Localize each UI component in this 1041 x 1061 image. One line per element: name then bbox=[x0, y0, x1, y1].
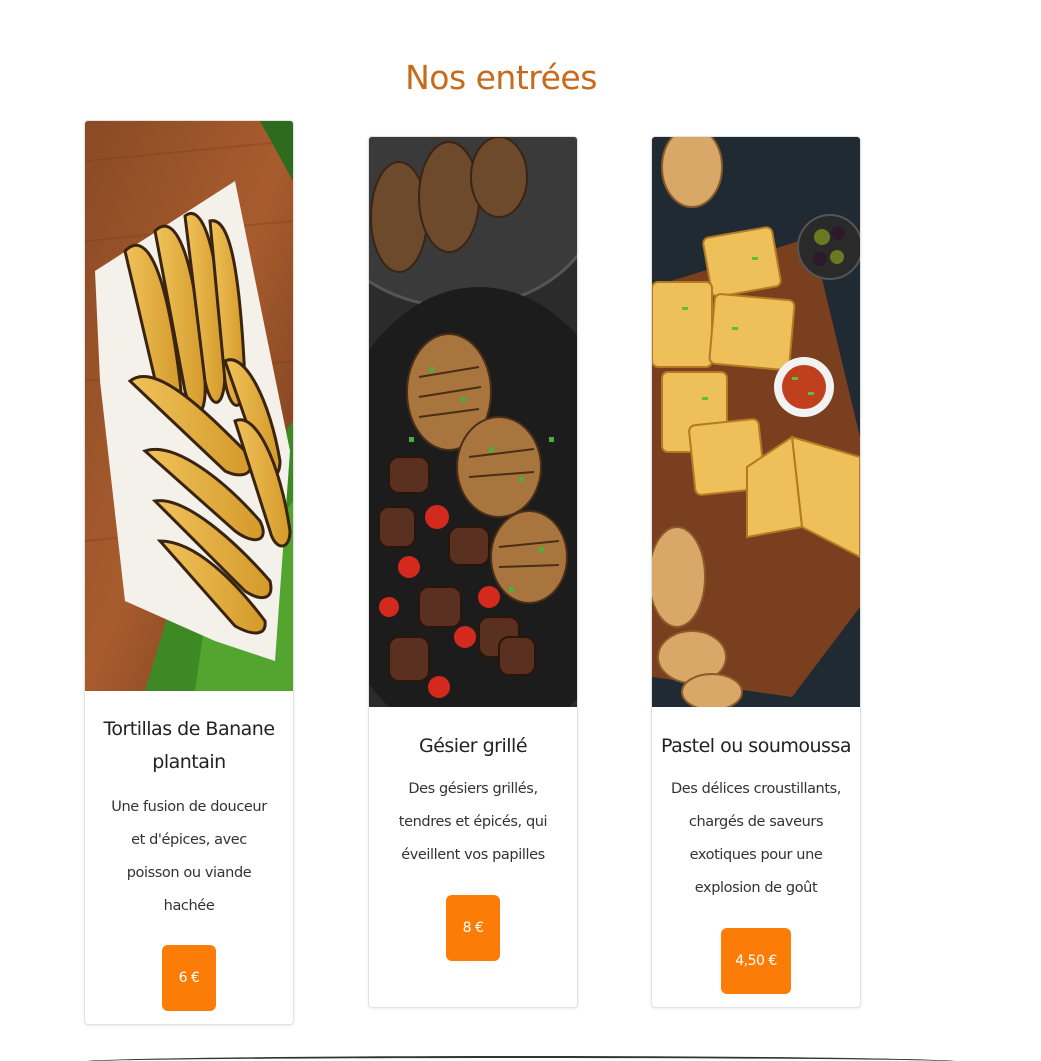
price-button[interactable]: 6 € bbox=[162, 945, 216, 1011]
section-divider bbox=[80, 1056, 962, 1061]
menu-page: Nos entrées Tortillas de Banane plantain… bbox=[0, 0, 1041, 1061]
grilled-plantain-photo bbox=[85, 121, 293, 691]
price-button[interactable]: 8 € bbox=[446, 895, 500, 961]
item-name: Pastel ou soumoussa bbox=[661, 735, 852, 757]
item-description: Des délices croustillants, chargés de sa… bbox=[670, 781, 841, 896]
item-description: Des gésiers grillés, tendres et épicés, … bbox=[398, 781, 548, 863]
item-description: Une fusion de douceur et d'épices, avec … bbox=[111, 799, 267, 914]
price-button[interactable]: 4,50 € bbox=[721, 928, 791, 994]
item-name: Tortillas de Banane plantain bbox=[103, 718, 275, 773]
pastel-tortilla-photo bbox=[652, 137, 860, 707]
menu-card-gesier: Gésier grillé Des gésiers grillés, tendr… bbox=[368, 136, 578, 1008]
menu-card-pastel: Pastel ou soumoussa Des délices croustil… bbox=[651, 136, 861, 1008]
menu-card-tortillas: Tortillas de Banane plantain Une fusion … bbox=[84, 120, 294, 1025]
section-title: Nos entrées bbox=[405, 58, 597, 97]
item-name: Gésier grillé bbox=[418, 735, 528, 757]
grilled-gizzard-skewers-photo bbox=[369, 137, 577, 707]
